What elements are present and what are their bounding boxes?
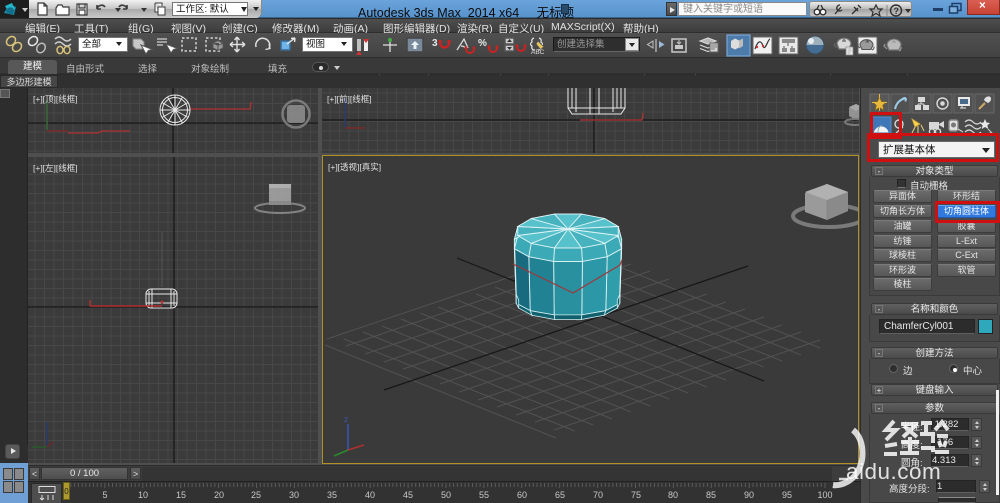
svg-text:?: ? xyxy=(894,6,900,16)
svg-text:20: 20 xyxy=(214,490,224,500)
svg-text:ABC: ABC xyxy=(531,49,545,56)
svg-text:90: 90 xyxy=(744,490,754,500)
svg-text:70: 70 xyxy=(593,490,603,500)
svg-text:80: 80 xyxy=(668,490,678,500)
svg-text:15: 15 xyxy=(176,490,186,500)
svg-text:85: 85 xyxy=(706,490,716,500)
svg-text:60: 60 xyxy=(517,490,527,500)
svg-text:55: 55 xyxy=(479,490,489,500)
svg-text:75: 75 xyxy=(631,490,641,500)
svg-text:30: 30 xyxy=(289,490,299,500)
svg-text:5: 5 xyxy=(102,490,107,500)
svg-text:65: 65 xyxy=(555,490,565,500)
svg-text:95: 95 xyxy=(782,490,792,500)
svg-text:%: % xyxy=(478,38,487,49)
svg-text:50: 50 xyxy=(441,490,451,500)
svg-text:aidu.com: aidu.com xyxy=(846,459,941,484)
svg-text:35: 35 xyxy=(327,490,337,500)
svg-text:25: 25 xyxy=(251,490,261,500)
svg-text:40: 40 xyxy=(365,490,375,500)
svg-text:45: 45 xyxy=(403,490,413,500)
svg-text:3: 3 xyxy=(432,38,438,49)
svg-text:10: 10 xyxy=(138,490,148,500)
svg-text:z: z xyxy=(344,415,348,424)
